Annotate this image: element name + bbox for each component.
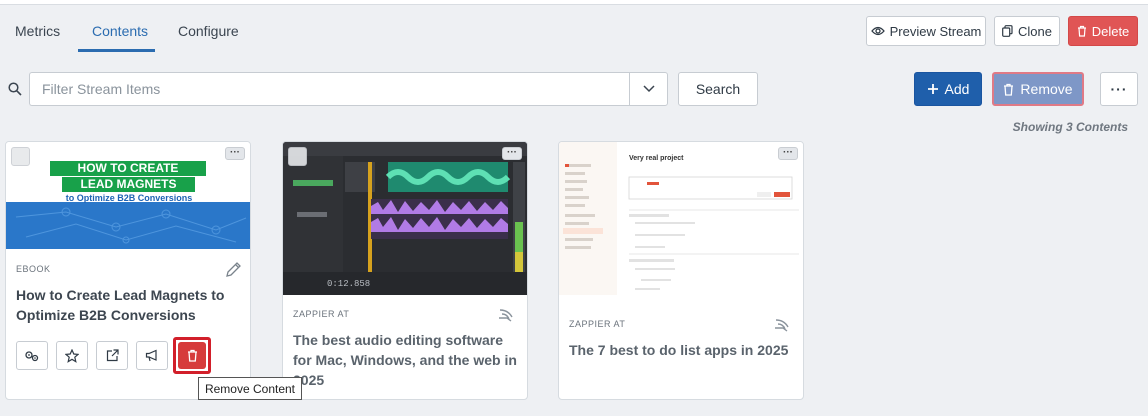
search-icon — [7, 82, 22, 96]
thumb-line-1: HOW TO CREATE — [77, 161, 179, 175]
card-select-checkbox[interactable] — [11, 147, 30, 166]
showing-count: Showing 3 Contents — [1012, 120, 1128, 134]
active-tab-indicator — [78, 49, 155, 52]
remove-label: Remove — [1020, 81, 1073, 97]
delete-label: Delete — [1091, 23, 1130, 39]
pencil-icon[interactable] — [225, 261, 242, 278]
thumb-timecode: 0:12.858 — [327, 279, 371, 289]
content-card-ebook[interactable]: HOW TO CREATE LEAD MAGNETS to Optimize B… — [5, 141, 251, 400]
external-link-icon — [106, 349, 119, 362]
tab-bar: Metrics Contents Configure Preview Strea… — [0, 6, 1148, 52]
filter-dropdown-toggle[interactable] — [629, 72, 668, 106]
thumb-line-2: LEAD MAGNETS — [80, 177, 177, 191]
card-title[interactable]: The best audio editing software for Mac,… — [293, 330, 518, 390]
preview-stream-button[interactable]: Preview Stream — [866, 16, 986, 46]
tab-configure[interactable]: Configure — [178, 23, 239, 39]
favorite-action-button[interactable] — [56, 341, 88, 370]
trash-icon — [187, 349, 197, 362]
card-title[interactable]: How to Create Lead Magnets to Optimize B… — [16, 285, 241, 325]
feed-source-icon — [775, 319, 789, 332]
card-type-label: ZAPPIER AT — [569, 319, 626, 329]
gears-icon — [25, 350, 39, 361]
thumb-line-3: to Optimize B2B Conversions — [65, 193, 193, 203]
card-menu-button[interactable]: ··· — [502, 147, 522, 160]
open-external-action-button[interactable] — [96, 341, 128, 370]
card-menu-button[interactable]: ··· — [778, 147, 798, 160]
content-card-audio[interactable]: 0:12.858 ··· ZAPPIER AT The best audio e… — [282, 141, 528, 400]
trash-icon — [1004, 83, 1014, 96]
top-bar — [0, 0, 1148, 5]
clone-label: Clone — [1018, 23, 1052, 39]
promote-action-button[interactable] — [136, 341, 168, 370]
plus-icon — [927, 84, 938, 94]
card-title[interactable]: The 7 best to do list apps in 2025 — [569, 340, 794, 360]
trash-icon — [1077, 25, 1086, 37]
remove-content-button[interactable] — [173, 337, 211, 374]
add-button[interactable]: Add — [914, 72, 982, 106]
tab-contents[interactable]: Contents — [92, 23, 148, 39]
chevron-down-icon — [642, 85, 655, 93]
content-card-todo[interactable]: Very real project ··· ZAPPIER AT The 7 b… — [558, 141, 804, 400]
card-type-label: EBOOK — [16, 264, 51, 274]
filter-search-icon-box — [0, 72, 29, 106]
remove-content-tooltip: Remove Content — [198, 377, 302, 400]
thumb-heading: Very real project — [629, 155, 684, 162]
more-options-button[interactable]: ··· — [1100, 72, 1138, 106]
card-menu-button[interactable]: ··· — [225, 147, 245, 160]
search-button[interactable]: Search — [678, 72, 758, 106]
delete-stream-button[interactable]: Delete — [1068, 16, 1138, 46]
card-thumbnail: HOW TO CREATE LEAD MAGNETS to Optimize B… — [6, 142, 250, 249]
card-actions — [16, 337, 211, 374]
card-type-label: ZAPPIER AT — [293, 309, 350, 319]
megaphone-icon — [145, 349, 157, 362]
copy-icon — [1002, 25, 1013, 37]
clone-button[interactable]: Clone — [994, 16, 1060, 46]
card-select-checkbox[interactable] — [288, 147, 307, 166]
preview-stream-label: Preview Stream — [889, 23, 982, 39]
settings-action-button[interactable] — [16, 341, 48, 370]
tab-metrics[interactable]: Metrics — [15, 23, 60, 39]
feed-source-icon — [499, 309, 513, 322]
remove-button[interactable]: Remove — [992, 72, 1084, 106]
add-label: Add — [944, 81, 970, 97]
filter-input[interactable] — [29, 72, 629, 106]
star-icon — [65, 348, 79, 363]
card-thumbnail: 0:12.858 — [283, 142, 527, 295]
card-thumbnail: Very real project — [559, 142, 803, 295]
eye-icon — [870, 26, 885, 36]
